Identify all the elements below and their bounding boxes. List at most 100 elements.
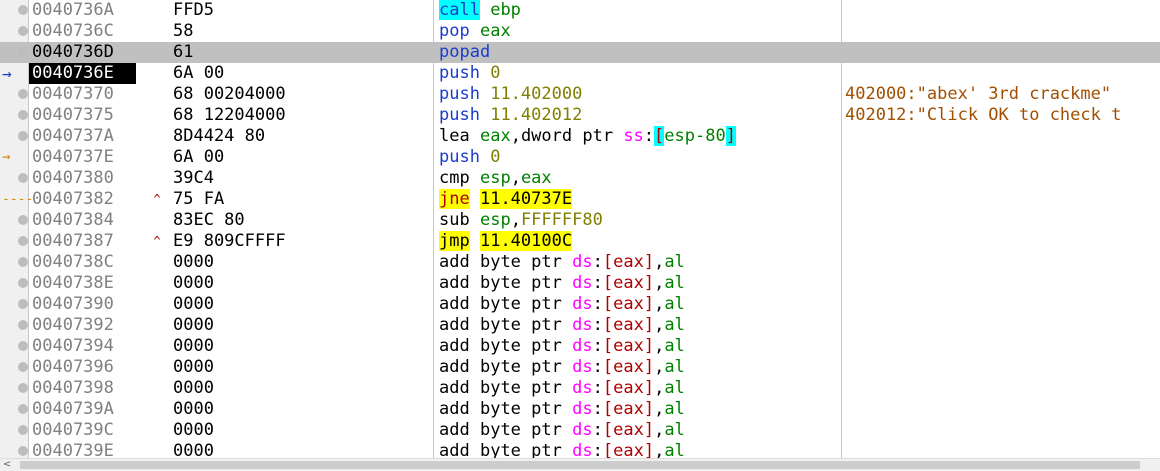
comment-cell[interactable] xyxy=(845,399,1160,420)
disasm-row[interactable]: 0040739A 0000 add byte ptr ds:[eax],al xyxy=(0,399,1160,420)
address-cell[interactable]: 00407387 xyxy=(29,231,136,252)
comment-cell[interactable]: 402000:"abex' 3rd crackme" xyxy=(845,84,1160,105)
breakpoint-dot-icon[interactable] xyxy=(18,47,28,57)
jump-target-arrow-icon[interactable]: → xyxy=(2,147,28,168)
comment-cell[interactable] xyxy=(845,168,1160,189)
instruction-cell[interactable]: add byte ptr ds:[eax],al xyxy=(439,252,839,273)
address-cell[interactable]: 00407382 xyxy=(29,189,136,210)
instruction-cell[interactable]: jne 11.40737E xyxy=(439,189,839,210)
breakpoint-dot-icon[interactable] xyxy=(18,404,28,414)
address-cell[interactable]: 0040737A xyxy=(29,126,136,147)
address-cell[interactable]: 00407380 xyxy=(29,168,136,189)
comment-cell[interactable]: 402012:"Click OK to check t xyxy=(845,105,1160,126)
instruction-cell[interactable]: add byte ptr ds:[eax],al xyxy=(439,315,839,336)
instruction-cell[interactable]: add byte ptr ds:[eax],al xyxy=(439,441,839,458)
disasm-row[interactable]: 00407396 0000 add byte ptr ds:[eax],al xyxy=(0,357,1160,378)
breakpoint-dot-icon[interactable] xyxy=(18,236,28,246)
address-cell[interactable]: 00407398 xyxy=(29,378,136,399)
horizontal-scrollbar[interactable]: < xyxy=(0,458,1160,471)
breakpoint-dot-icon[interactable] xyxy=(18,131,28,141)
breakpoint-dot-icon[interactable] xyxy=(18,320,28,330)
instruction-cell[interactable]: cmp esp,eax xyxy=(439,168,839,189)
disasm-row[interactable]: 00407380 39C4 cmp esp,eax xyxy=(0,168,1160,189)
breakpoint-dot-icon[interactable] xyxy=(18,173,28,183)
instruction-cell[interactable]: pop eax xyxy=(439,21,839,42)
eip-arrow-icon[interactable]: → xyxy=(2,63,28,84)
disasm-row[interactable]: 0040737A 8D4424 80 lea eax,dword ptr ss:[e… xyxy=(0,126,1160,147)
breakpoint-dot-icon[interactable] xyxy=(18,446,28,456)
disasm-row[interactable]: 00407390 0000 add byte ptr ds:[eax],al xyxy=(0,294,1160,315)
disasm-row[interactable]: 0040738C 0000 add byte ptr ds:[eax],al xyxy=(0,252,1160,273)
comment-cell[interactable] xyxy=(845,273,1160,294)
scrollbar-thumb[interactable] xyxy=(20,461,1140,469)
instruction-cell[interactable]: add byte ptr ds:[eax],al xyxy=(439,273,839,294)
comment-cell[interactable] xyxy=(845,252,1160,273)
instruction-cell[interactable]: push 11.402000 xyxy=(439,84,839,105)
address-cell[interactable]: 00407392 xyxy=(29,315,136,336)
breakpoint-dot-icon[interactable] xyxy=(18,89,28,99)
disasm-row[interactable]: 00407392 0000 add byte ptr ds:[eax],al xyxy=(0,315,1160,336)
instruction-cell[interactable]: add byte ptr ds:[eax],al xyxy=(439,294,839,315)
comment-cell[interactable] xyxy=(845,315,1160,336)
comment-cell[interactable] xyxy=(845,420,1160,441)
breakpoint-dot-icon[interactable] xyxy=(18,362,28,372)
address-cell[interactable]: 0040736D xyxy=(29,42,136,63)
address-cell[interactable]: 0040738E xyxy=(29,273,136,294)
disasm-row[interactable]: 00407370 68 00204000 push 11.402000 402000:… xyxy=(0,84,1160,105)
address-cell[interactable]: 00407375 xyxy=(29,105,136,126)
address-cell[interactable]: 0040738C xyxy=(29,252,136,273)
comment-cell[interactable] xyxy=(845,42,1160,63)
disasm-row[interactable]: 00407394 0000 add byte ptr ds:[eax],al xyxy=(0,336,1160,357)
comment-cell[interactable] xyxy=(845,63,1160,84)
comment-cell[interactable] xyxy=(845,189,1160,210)
comment-cell[interactable] xyxy=(845,21,1160,42)
address-cell[interactable]: 0040739A xyxy=(29,399,136,420)
instruction-cell[interactable]: call ebp xyxy=(439,0,839,21)
scroll-left-arrow-icon[interactable]: < xyxy=(3,459,15,471)
comment-cell[interactable] xyxy=(845,336,1160,357)
breakpoint-dot-icon[interactable] xyxy=(18,26,28,36)
disasm-row[interactable]: → 0040736E 6A 00 push 0 xyxy=(0,63,1160,84)
breakpoint-dot-icon[interactable] xyxy=(18,341,28,351)
comment-cell[interactable] xyxy=(845,441,1160,458)
comment-cell[interactable] xyxy=(845,126,1160,147)
disasm-row[interactable]: 00407387 ^ E9 809CFFFF jmp 11.40100C xyxy=(0,231,1160,252)
disasm-row[interactable]: 0040736C 58 pop eax xyxy=(0,21,1160,42)
address-cell[interactable]: 0040736E xyxy=(29,63,136,84)
instruction-cell[interactable]: add byte ptr ds:[eax],al xyxy=(439,357,839,378)
disasm-row[interactable]: ---- 00407382 ^ 75 FA jne 11.40737E xyxy=(0,189,1160,210)
disasm-row[interactable]: 00407375 68 12204000 push 11.402012 402012:… xyxy=(0,105,1160,126)
comment-cell[interactable] xyxy=(845,231,1160,252)
disasm-row[interactable]: 0040738E 0000 add byte ptr ds:[eax],al xyxy=(0,273,1160,294)
instruction-cell[interactable]: push 0 xyxy=(439,147,839,168)
disasm-row[interactable]: 0040736D 61 popad xyxy=(0,42,1160,63)
address-cell[interactable]: 0040737E xyxy=(29,147,136,168)
disasm-row[interactable]: → 0040737E 6A 00 push 0 xyxy=(0,147,1160,168)
comment-cell[interactable] xyxy=(845,357,1160,378)
disasm-row[interactable]: 00407398 0000 add byte ptr ds:[eax],al xyxy=(0,378,1160,399)
jump-line-icon[interactable]: ---- xyxy=(2,189,33,210)
address-cell[interactable]: 00407370 xyxy=(29,84,136,105)
comment-cell[interactable] xyxy=(845,147,1160,168)
address-cell[interactable]: 00407396 xyxy=(29,357,136,378)
disasm-row[interactable]: 0040739C 0000 add byte ptr ds:[eax],al xyxy=(0,420,1160,441)
instruction-cell[interactable]: add byte ptr ds:[eax],al xyxy=(439,378,839,399)
address-cell[interactable]: 0040739C xyxy=(29,420,136,441)
breakpoint-dot-icon[interactable] xyxy=(18,299,28,309)
instruction-cell[interactable]: add byte ptr ds:[eax],al xyxy=(439,336,839,357)
address-cell[interactable]: 00407390 xyxy=(29,294,136,315)
comment-cell[interactable] xyxy=(845,210,1160,231)
instruction-cell[interactable]: push 0 xyxy=(439,63,839,84)
breakpoint-dot-icon[interactable] xyxy=(18,5,28,15)
address-cell[interactable]: 0040736C xyxy=(29,21,136,42)
instruction-cell[interactable]: add byte ptr ds:[eax],al xyxy=(439,399,839,420)
comment-cell[interactable] xyxy=(845,378,1160,399)
breakpoint-dot-icon[interactable] xyxy=(18,383,28,393)
disassembly-listing[interactable]: 0040736A FFD5 call ebp 0040736C 58 pop eax 004… xyxy=(0,0,1160,458)
instruction-cell[interactable]: popad xyxy=(439,42,839,63)
breakpoint-dot-icon[interactable] xyxy=(18,278,28,288)
address-cell[interactable]: 00407384 xyxy=(29,210,136,231)
instruction-cell[interactable]: sub esp,FFFFFF80 xyxy=(439,210,839,231)
disasm-row[interactable]: 0040736A FFD5 call ebp xyxy=(0,0,1160,21)
breakpoint-dot-icon[interactable] xyxy=(18,257,28,267)
